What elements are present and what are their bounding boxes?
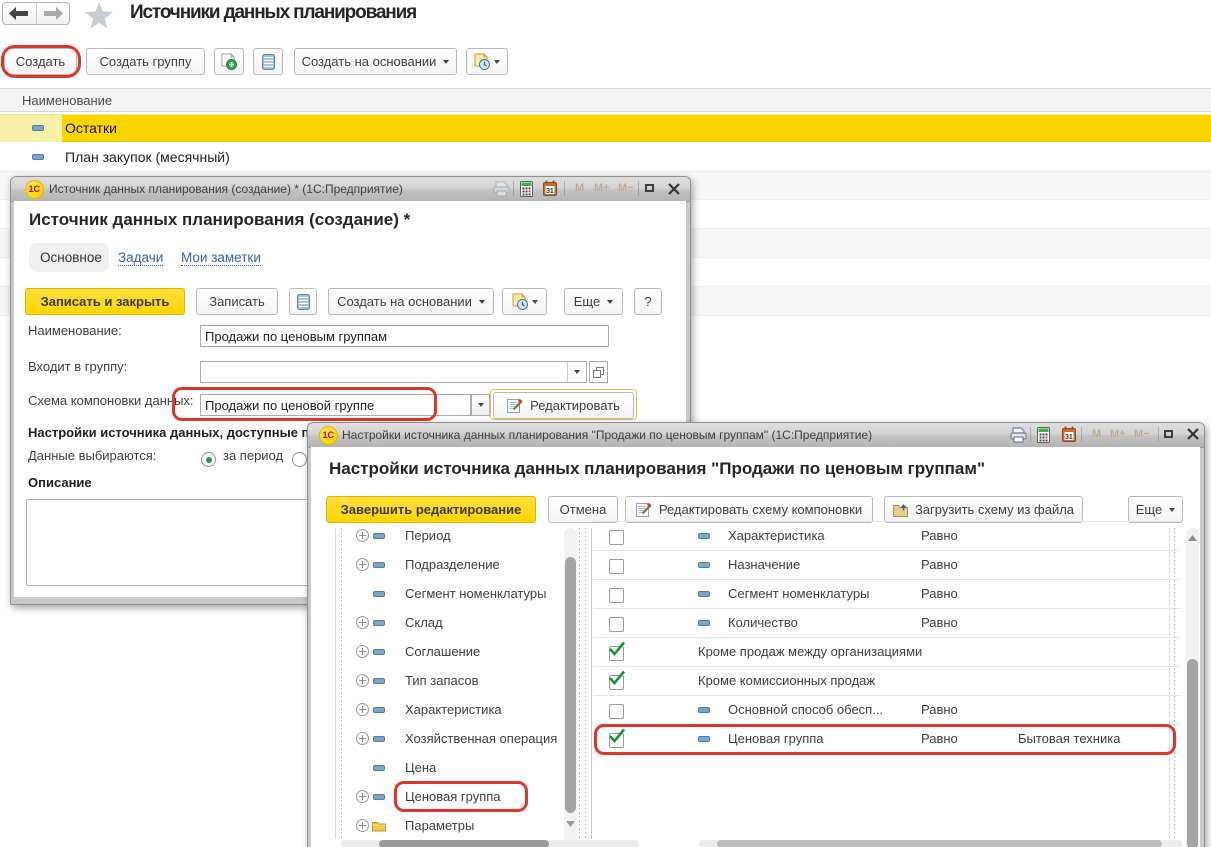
svg-text:31: 31	[1065, 434, 1073, 441]
svg-text:31: 31	[546, 188, 554, 195]
